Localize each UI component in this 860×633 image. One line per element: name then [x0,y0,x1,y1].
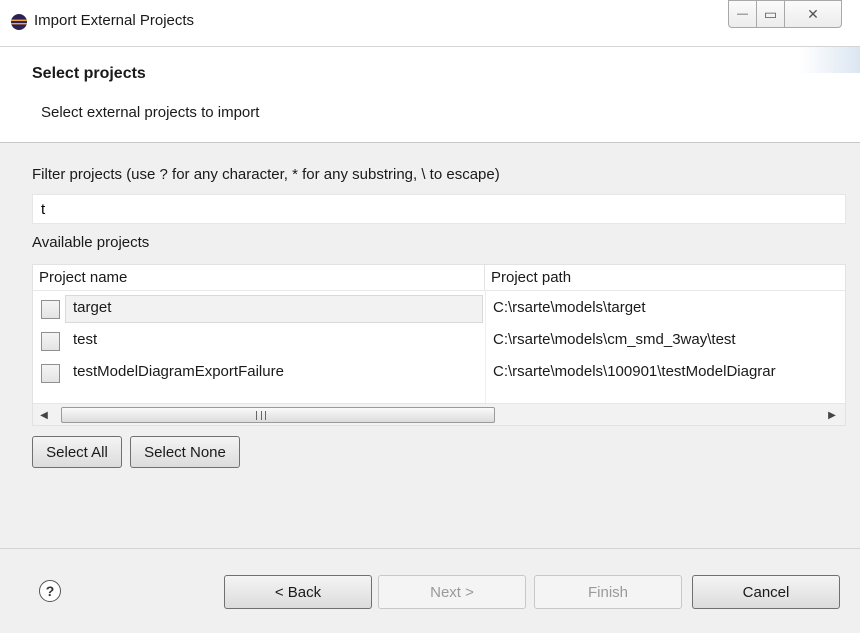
cancel-button[interactable]: Cancel [692,575,840,609]
table-header: Project name Project path [33,265,845,291]
project-name-cell: test [33,325,485,357]
table-row[interactable]: testModelDiagramExportFailure C:\rsarte\… [33,357,845,389]
projects-table[interactable]: Project name Project path target C:\rsar… [32,264,846,426]
maximize-icon: ▭ [763,5,778,22]
column-header-project-path[interactable]: Project path [485,265,845,291]
header-banner: Select projects Select external projects… [0,46,860,142]
close-button[interactable]: ✕ [784,0,842,28]
select-none-button[interactable]: Select None [130,436,240,468]
row-selection-highlight [65,295,483,323]
minimize-button[interactable]: — [728,0,756,28]
page-description: Select external projects to import [41,104,260,121]
help-icon[interactable]: ? [39,580,61,602]
maximize-button[interactable]: ▭ [756,0,784,28]
close-icon: ✕ [807,5,819,22]
filter-input[interactable] [32,194,846,224]
next-button[interactable]: Next > [378,575,526,609]
finish-button[interactable]: Finish [534,575,682,609]
column-header-project-name[interactable]: Project name [33,265,485,291]
back-button[interactable]: < Back [224,575,372,609]
banner-gradient [800,47,860,73]
available-projects-label: Available projects [32,234,150,251]
page-title: Select projects [32,65,146,82]
project-name-cell: target [33,293,485,325]
table-row[interactable]: test C:\rsarte\models\cm_smd_3way\test [33,325,845,357]
window-controls: — ▭ ✕ [728,0,842,28]
project-name: testModelDiagramExportFailure [73,363,284,380]
project-checkbox[interactable] [41,364,60,383]
project-name: target [73,299,112,316]
grip-icon [256,411,266,420]
footer-divider [0,548,860,549]
project-checkbox[interactable] [41,300,60,319]
window-title: Import External Projects [34,12,195,29]
project-path: C:\rsarte\models\cm_smd_3way\test [493,331,736,348]
project-name-cell: testModelDiagramExportFailure [33,357,485,389]
project-path: C:\rsarte\models\target [493,299,646,316]
project-name: test [73,331,98,348]
project-checkbox[interactable] [41,332,60,351]
title-bar[interactable]: Import External Projects — ▭ ✕ [0,0,860,46]
import-dialog: Import External Projects — ▭ ✕ Select pr… [0,0,860,633]
horizontal-scrollbar[interactable]: ◀ ▶ [33,403,845,425]
select-all-button[interactable]: Select All [32,436,122,468]
banner-divider [0,142,860,143]
scroll-left-icon[interactable]: ◀ [37,408,51,422]
eclipse-icon [11,14,27,30]
filter-label: Filter projects (use ? for any character… [32,166,500,183]
table-row[interactable]: target C:\rsarte\models\target [33,293,845,325]
project-path: C:\rsarte\models\100901\testModelDiagrar [493,363,776,380]
scroll-thumb[interactable] [61,407,495,423]
scroll-right-icon[interactable]: ▶ [825,408,839,422]
minimize-icon: — [737,8,748,20]
